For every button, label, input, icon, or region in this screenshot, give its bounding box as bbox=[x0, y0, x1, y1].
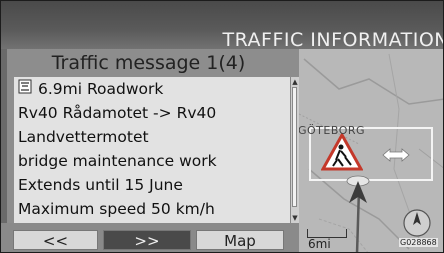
header-bar: TRAFFIC INFORMATION bbox=[1, 1, 444, 49]
distance-and-type: 6.9mi Roadwork bbox=[38, 80, 164, 98]
roadwork-sign-icon bbox=[18, 78, 32, 101]
double-arrow-icon bbox=[381, 147, 411, 166]
scroll-down-arrow-icon[interactable]: ▼ bbox=[291, 213, 299, 223]
previous-message-button[interactable]: << bbox=[13, 230, 98, 250]
next-message-button[interactable]: >> bbox=[103, 230, 191, 250]
map-view[interactable] bbox=[299, 49, 443, 252]
list-item: Landvettermotet bbox=[18, 128, 149, 146]
vehicle-position-icon bbox=[345, 175, 371, 211]
map-button[interactable]: Map bbox=[196, 230, 284, 250]
panel-title: Traffic message 1(4) bbox=[51, 52, 246, 74]
scroll-thumb[interactable] bbox=[292, 87, 297, 207]
list-item: Maximum speed 50 km/h bbox=[18, 200, 215, 218]
image-code: G028868 bbox=[399, 238, 438, 247]
message-details-list[interactable]: 6.9mi Roadwork Rv40 Rådamotet -> Rv40 La… bbox=[14, 77, 290, 223]
traffic-info-screen: GÖTEBORG 6mi G028868 TRAFFIC INFORMATION… bbox=[0, 0, 444, 253]
map-scale-label: 6mi bbox=[308, 237, 331, 251]
roadwork-warning-icon[interactable] bbox=[320, 131, 364, 175]
list-scrollbar[interactable]: ▲ ▼ bbox=[290, 77, 299, 223]
map-city-label: GÖTEBORG bbox=[298, 124, 366, 137]
scroll-up-arrow-icon[interactable]: ▲ bbox=[291, 77, 299, 87]
list-item: Extends until 15 June bbox=[18, 176, 183, 194]
list-item: 6.9mi Roadwork bbox=[18, 78, 290, 101]
list-item: Rv40 Rådamotet -> Rv40 bbox=[18, 104, 217, 122]
screen-title: TRAFFIC INFORMATION bbox=[222, 29, 444, 49]
traffic-message-panel: Traffic message 1(4) 6.9mi Roadwork Rv40… bbox=[7, 49, 299, 223]
list-item: bridge maintenance work bbox=[18, 152, 217, 170]
